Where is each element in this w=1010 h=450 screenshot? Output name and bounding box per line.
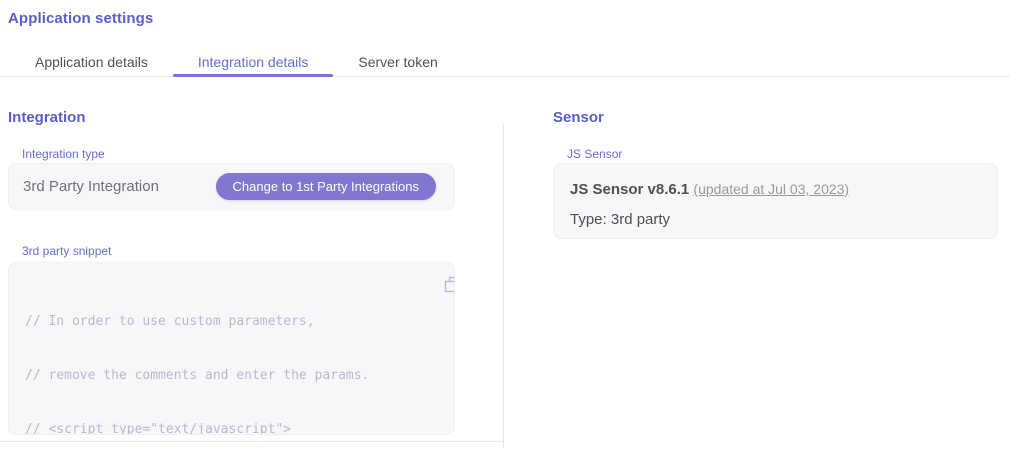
code-comment-line: // In order to use custom parameters, xyxy=(25,313,438,331)
integration-type-label: Integration type xyxy=(22,147,105,161)
tab-integration-details[interactable]: Integration details xyxy=(173,46,334,76)
copy-icon xyxy=(444,276,455,293)
sensor-section-heading: Sensor xyxy=(553,109,604,126)
tab-application-details[interactable]: Application details xyxy=(10,46,173,76)
sensor-name-version: JS Sensor v8.6.1 xyxy=(570,181,689,198)
column-divider xyxy=(503,123,504,448)
js-sensor-card: JS Sensor v8.6.1 (updated at Jul 03, 202… xyxy=(553,163,998,239)
copy-snippet-button[interactable] xyxy=(422,275,440,293)
tab-server-token[interactable]: Server token xyxy=(333,46,462,76)
settings-tab-bar: Application details Integration details … xyxy=(0,46,1010,77)
snippet-label: 3rd party snippet xyxy=(22,244,111,258)
change-integration-button[interactable]: Change to 1st Party Integrations xyxy=(216,173,436,200)
snippet-code-block: // In order to use custom parameters, //… xyxy=(8,262,455,435)
integration-type-value: 3rd Party Integration xyxy=(23,178,159,195)
code-comment-line: // remove the comments and enter the par… xyxy=(25,367,438,385)
sensor-type-line: Type: 3rd party xyxy=(570,210,981,230)
integration-section-heading: Integration xyxy=(8,109,86,126)
code-comment-line: // <script type="text/javascript"> xyxy=(25,421,438,435)
page-title: Application settings xyxy=(8,10,153,27)
integration-type-card: 3rd Party Integration Change to 1st Part… xyxy=(8,163,455,210)
js-sensor-label: JS Sensor xyxy=(567,147,622,161)
sensor-updated-link[interactable]: (updated at Jul 03, 2023) xyxy=(693,181,849,197)
application-settings-page: Application settings Application details… xyxy=(0,0,1010,450)
bottom-divider xyxy=(0,441,503,442)
sensor-version-row: JS Sensor v8.6.1 (updated at Jul 03, 202… xyxy=(570,179,981,200)
